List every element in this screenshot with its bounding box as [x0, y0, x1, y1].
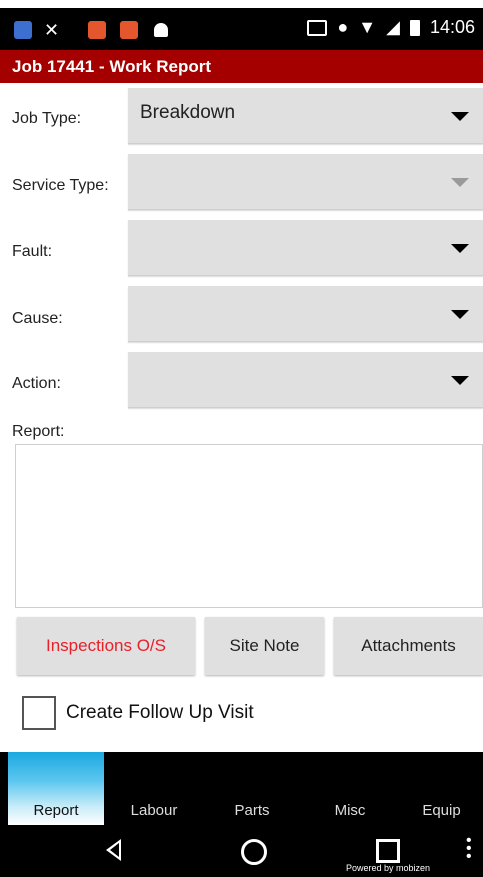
cast-icon — [307, 19, 328, 36]
system-nav-bar: • • • Powered by mobizen — [0, 825, 483, 877]
job-type-dropdown[interactable]: Breakdown — [128, 88, 483, 144]
more-icon[interactable]: • • • — [466, 833, 472, 865]
recents-icon[interactable] — [376, 839, 400, 863]
signal-icon: ◢ — [386, 17, 400, 37]
attachments-button[interactable]: Attachments — [334, 617, 483, 675]
bottom-tab-bar: Report Labour Parts Misc Equip — [0, 752, 483, 825]
action-dropdown[interactable] — [128, 352, 483, 408]
notification-icon — [120, 21, 138, 39]
tab-equip[interactable]: Equip — [400, 752, 483, 825]
status-indicators: ● ▼ ◢ 14:06 — [307, 17, 475, 38]
report-textarea[interactable] — [15, 444, 483, 608]
cause-dropdown[interactable] — [128, 286, 483, 342]
service-type-dropdown[interactable] — [128, 154, 483, 210]
tools-icon: ✕ — [44, 20, 60, 40]
chevron-down-icon — [451, 376, 469, 385]
android-icon — [154, 23, 168, 37]
chevron-down-icon — [451, 112, 469, 121]
chevron-down-icon — [451, 244, 469, 253]
site-note-button[interactable]: Site Note — [205, 617, 324, 675]
follow-up-checkbox[interactable] — [22, 696, 56, 730]
fault-dropdown[interactable] — [128, 220, 483, 276]
job-type-label: Job Type: — [12, 110, 82, 127]
tab-parts[interactable]: Parts — [204, 752, 300, 825]
chevron-down-icon — [451, 178, 469, 187]
page-title: Job 17441 - Work Report — [0, 50, 483, 83]
clock: 14:06 — [429, 17, 475, 37]
tab-report[interactable]: Report — [8, 752, 104, 825]
job-type-value: Breakdown — [140, 102, 236, 123]
watermark: Powered by mobizen — [344, 863, 433, 873]
status-bar: ✕ ● ▼ ◢ 14:06 — [0, 8, 483, 50]
home-icon[interactable] — [241, 839, 267, 865]
wifi-icon: ▼ — [358, 17, 377, 37]
chevron-down-icon — [451, 310, 469, 319]
service-type-label: Service Type: — [12, 177, 109, 194]
top-margin — [0, 0, 483, 8]
tab-labour[interactable]: Labour — [106, 752, 202, 825]
notification-icon — [88, 21, 106, 39]
action-label: Action: — [12, 375, 61, 392]
report-label: Report: — [12, 423, 65, 440]
battery-icon — [409, 19, 420, 36]
fault-label: Fault: — [12, 243, 53, 260]
back-icon[interactable] — [106, 839, 121, 861]
tab-misc[interactable]: Misc — [302, 752, 398, 825]
inspections-button[interactable]: Inspections O/S — [17, 617, 195, 675]
location-icon: ● — [337, 17, 349, 37]
app-icon — [14, 21, 32, 39]
cause-label: Cause: — [12, 310, 63, 327]
follow-up-label: Create Follow Up Visit — [66, 702, 254, 723]
